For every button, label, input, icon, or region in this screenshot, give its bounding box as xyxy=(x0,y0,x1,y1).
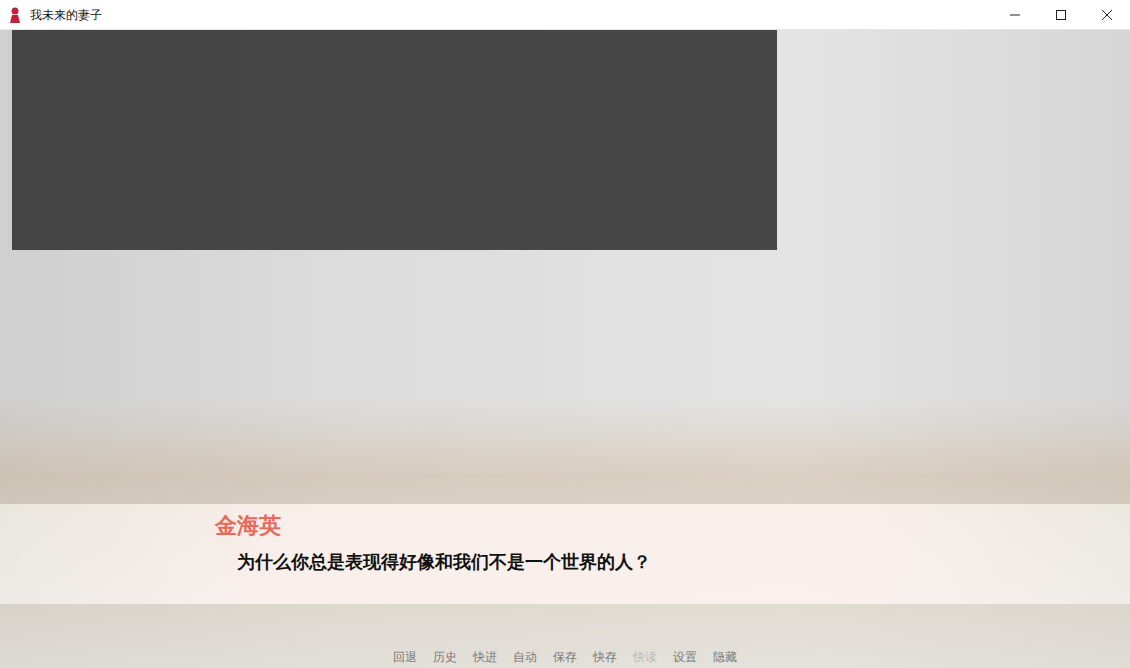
quick-menu-button[interactable]: 隐藏 xyxy=(705,646,745,668)
quick-menu-button[interactable]: 自动 xyxy=(505,646,545,668)
window-title: 我未来的妻子 xyxy=(30,6,992,24)
close-icon[interactable] xyxy=(1084,0,1130,30)
quick-menu-button[interactable]: 设置 xyxy=(665,646,705,668)
dialogue-text: 为什么你总是表现得好像和我们不是一个世界的人？ xyxy=(215,549,1130,574)
quick-menu-button[interactable]: 历史 xyxy=(425,646,465,668)
speaker-name: 金海英 xyxy=(215,512,1130,541)
app-icon xyxy=(8,7,22,23)
title-bar: 我未来的妻子 xyxy=(0,0,1130,30)
scene-image: 金海英为什么你总是表现得好像和我们不是一个世界的人？ 回退历史快进自动保存快存快读… xyxy=(0,30,1130,668)
quick-menu: 回退历史快进自动保存快存快读设置隐藏 xyxy=(0,646,1130,668)
quick-menu-button[interactable]: 快存 xyxy=(585,646,625,668)
game-window: 我未来的妻子金海英为什么你总是表现得好像和我们不是一个世界的人？ 回退历史快进自动… xyxy=(0,0,1130,668)
blackboard xyxy=(12,30,777,250)
quick-menu-button[interactable]: 快进 xyxy=(465,646,505,668)
quick-menu-button[interactable]: 保存 xyxy=(545,646,585,668)
quick-menu-button[interactable]: 回退 xyxy=(385,646,425,668)
minimize-icon[interactable] xyxy=(992,0,1038,30)
dialogue-box[interactable]: 金海英为什么你总是表现得好像和我们不是一个世界的人？ xyxy=(0,504,1130,604)
maximize-icon[interactable] xyxy=(1038,0,1084,30)
quick-menu-button: 快读 xyxy=(625,646,665,668)
